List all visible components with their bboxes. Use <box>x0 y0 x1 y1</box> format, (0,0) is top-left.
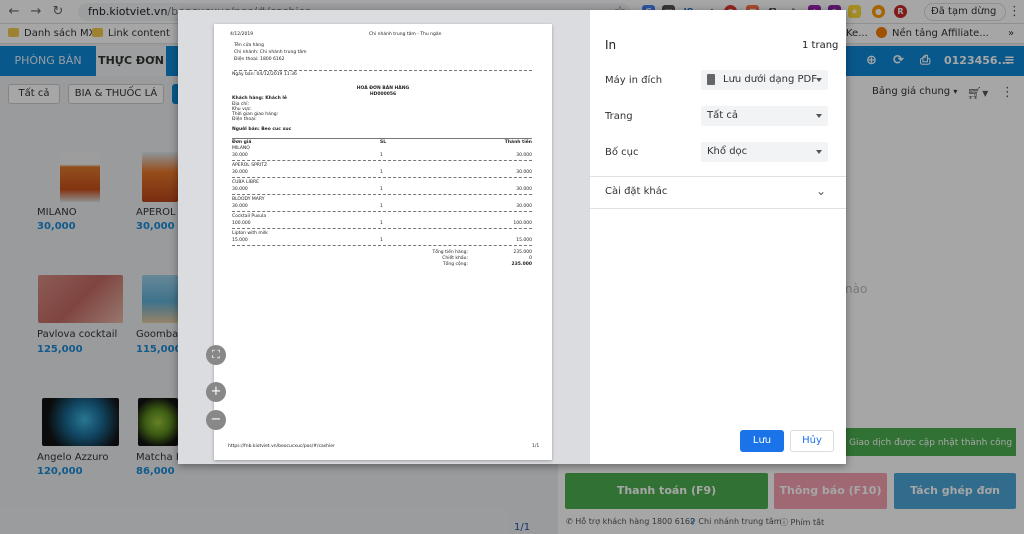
receipt-customer: Khách hàng: Khách lẻ <box>232 96 287 101</box>
receipt-title: HOÁ ĐƠN BÁN HÀNG <box>356 86 410 91</box>
receipt-row-divider <box>232 228 532 229</box>
pages-value: Tất cả <box>707 110 738 121</box>
receipt-item-price: 30.000 <box>232 204 248 209</box>
receipt-col-qty: SL <box>380 140 387 145</box>
zoom-out-icon[interactable]: − <box>206 410 226 430</box>
receipt-item-total: 30.000 <box>516 187 532 192</box>
settings-divider <box>590 208 846 209</box>
receipt-branch: Chi nhánh: Chi nhánh trung tâm <box>234 50 307 55</box>
receipt-item-total: 100.000 <box>513 221 532 226</box>
chevron-down-icon <box>816 78 822 82</box>
pages-select[interactable]: Tất cả <box>701 106 828 126</box>
receipt-item-qty: 1 <box>380 170 383 175</box>
receipt-table-top <box>232 138 532 139</box>
receipt-date: 4/12/2019 <box>230 32 254 37</box>
settings-divider <box>590 176 846 177</box>
receipt-item-price: 30.000 <box>232 153 248 158</box>
receipt-item-name: Lipton with milk <box>232 231 268 236</box>
receipt-item-price: 15.000 <box>232 238 248 243</box>
print-preview-page: 4/12/2019 Chi nhánh trung tâm - Thu ngân… <box>214 24 552 460</box>
print-preview-area: 4/12/2019 Chi nhánh trung tâm - Thu ngân… <box>178 10 590 464</box>
receipt-item-qty: 1 <box>380 187 383 192</box>
receipt-seller: Người bán: Beo cuc xuc <box>232 127 292 132</box>
receipt-item-total: 30.000 <box>516 204 532 209</box>
receipt-discount-value: 0 <box>529 256 532 261</box>
receipt-item-qty: 1 <box>380 153 383 158</box>
receipt-row-divider <box>232 245 532 246</box>
receipt-footer-page: 1/1 <box>532 444 540 449</box>
receipt-store-name: Tên cửa hàng <box>234 43 264 48</box>
print-page-count: 1 trang <box>802 40 839 51</box>
chevron-down-icon <box>816 150 822 154</box>
chevron-down-icon: ⌄ <box>816 184 827 198</box>
receipt-item-name: MILANO <box>232 146 250 151</box>
receipt-row-divider <box>232 160 532 161</box>
receipt-item-name: Cocktail Pusula <box>232 214 267 219</box>
fit-page-icon[interactable]: ⛶ <box>206 345 226 365</box>
receipt-header-center: Chi nhánh trung tâm - Thu ngân <box>369 32 442 37</box>
receipt-item-total: 30.000 <box>516 170 532 175</box>
receipt-item-qty: 1 <box>380 204 383 209</box>
receipt-grand-label: Tổng cộng: <box>442 262 468 267</box>
destination-select[interactable]: Lưu dưới dạng PDF <box>701 70 828 90</box>
destination-label: Máy in đích <box>605 75 663 86</box>
receipt-discount-label: Chiết khấu: <box>442 256 468 261</box>
receipt-item-price: 100.000 <box>232 221 251 226</box>
receipt-customer-phone: Điện thoại: <box>232 117 257 122</box>
receipt-col-price: Đơn giá <box>232 140 252 145</box>
pages-label: Trang <box>605 111 633 122</box>
print-settings-panel: In 1 trang Máy in đích Lưu dưới dạng PDF… <box>590 10 846 464</box>
zoom-in-icon[interactable]: + <box>206 382 226 402</box>
print-dialog: 4/12/2019 Chi nhánh trung tâm - Thu ngân… <box>178 10 846 464</box>
cancel-button[interactable]: Hủy <box>790 430 834 452</box>
receipt-item-name: APEROL SPRITZ <box>232 163 268 168</box>
receipt-row-divider <box>232 194 532 195</box>
layout-label: Bố cục <box>605 147 639 158</box>
receipt-item-qty: 1 <box>380 221 383 226</box>
receipt-sale-date: Ngày bán: 04/12/2019 11:36 <box>232 72 297 77</box>
pdf-file-icon <box>707 74 715 85</box>
save-button[interactable]: Lưu <box>740 430 784 452</box>
print-title: In <box>605 38 617 52</box>
receipt-item-price: 30.000 <box>232 187 248 192</box>
receipt-grand-value: 235.000 <box>511 262 533 267</box>
more-settings-label: Cài đặt khác <box>605 186 668 197</box>
receipt-row-divider <box>232 177 532 178</box>
receipt-divider <box>234 70 532 71</box>
receipt-phone: Điện thoại: 1800 6162 <box>234 57 285 62</box>
receipt-item-name: CUBA LIBRE <box>232 180 259 185</box>
destination-value: Lưu dưới dạng PDF <box>723 74 818 85</box>
more-settings-toggle[interactable]: Cài đặt khác ⌄ <box>590 178 846 208</box>
layout-select[interactable]: Khổ dọc <box>701 142 828 162</box>
receipt-item-total: 15.000 <box>516 238 532 243</box>
receipt-item-price: 30.000 <box>232 170 248 175</box>
receipt-sum-label: Tổng tiền hàng: <box>432 250 468 255</box>
receipt-footer-url: https://fnb.kiotviet.vn/beocucxuc/pos/#/… <box>228 444 335 449</box>
chevron-down-icon <box>816 114 822 118</box>
receipt-item-qty: 1 <box>380 238 383 243</box>
receipt-item-total: 30.000 <box>516 153 532 158</box>
receipt-col-total: Thành tiền <box>504 140 532 145</box>
receipt-item-name: BLOODY MARY <box>232 197 265 202</box>
receipt-sum-value: 235.000 <box>513 250 532 255</box>
receipt-row-divider <box>232 211 532 212</box>
layout-value: Khổ dọc <box>707 146 748 157</box>
